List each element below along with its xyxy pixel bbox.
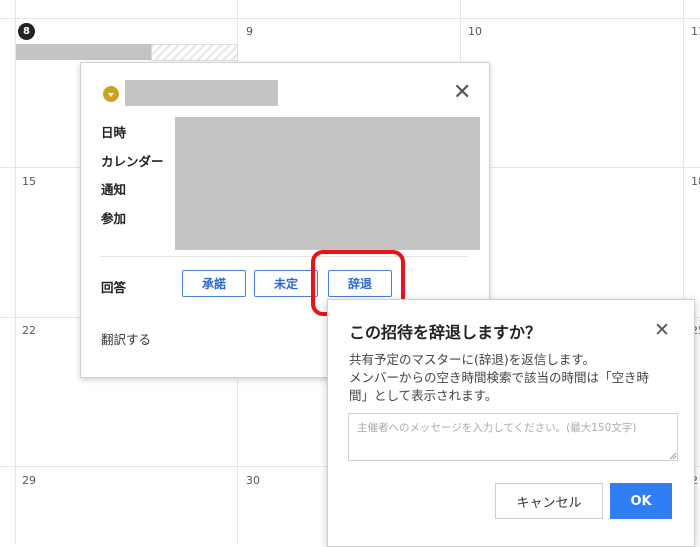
day-number[interactable]: 9 <box>246 25 253 38</box>
calendar-label: カレンダー <box>101 154 164 169</box>
ok-button[interactable]: OK <box>610 483 672 519</box>
day-number[interactable]: 11 <box>691 25 700 38</box>
tentative-button[interactable]: 未定 <box>254 270 318 297</box>
day-number[interactable]: 10 <box>468 25 482 38</box>
divider <box>101 256 467 257</box>
decline-confirm-dialog: この招待を辞退しますか？ ✕ 共有予定のマスターに(辞退)を返信します。 メンバ… <box>327 299 695 547</box>
event-bar-tentative[interactable] <box>151 44 238 61</box>
dialog-title: この招待を辞退しますか？ <box>349 323 542 342</box>
response-label: 回答 <box>101 280 127 295</box>
participants-label: 参加 <box>101 211 127 226</box>
day-number[interactable]: 15 <box>22 175 36 188</box>
dialog-body-line: メンバーからの空き時間検索で該当の時間は「空き時 <box>349 370 650 385</box>
datetime-label: 日時 <box>101 125 127 140</box>
message-input[interactable] <box>348 413 678 461</box>
day-number[interactable]: 30 <box>246 474 260 487</box>
day-number[interactable]: 29 <box>22 474 36 487</box>
accept-button[interactable]: 承諾 <box>182 270 246 297</box>
cancel-button[interactable]: キャンセル <box>495 483 603 519</box>
calendar-color-dropdown-icon[interactable] <box>103 86 119 102</box>
close-icon[interactable]: ✕ <box>453 82 471 104</box>
resize-grip-icon[interactable] <box>669 452 677 460</box>
day-number[interactable]: 22 <box>22 324 36 337</box>
notification-label: 通知 <box>101 182 127 197</box>
dialog-body-line: 間」として表示されます。 <box>349 388 498 403</box>
event-details-redacted <box>175 117 480 250</box>
dialog-close-icon[interactable]: ✕ <box>654 321 670 340</box>
dialog-body: 共有予定のマスターに(辞退)を返信します。 メンバーからの空き時間検索で該当の時… <box>349 351 679 405</box>
day-number[interactable]: 18 <box>691 175 700 188</box>
grid-line <box>15 0 16 545</box>
grid-line <box>0 18 700 19</box>
day-number-today[interactable]: 8 <box>18 23 35 40</box>
event-bar-redacted[interactable] <box>16 44 151 60</box>
translate-link[interactable]: 翻訳する <box>101 329 151 348</box>
dialog-body-line: 共有予定のマスターに(辞退)を返信します。 <box>349 352 596 367</box>
event-title-redacted <box>125 80 278 106</box>
